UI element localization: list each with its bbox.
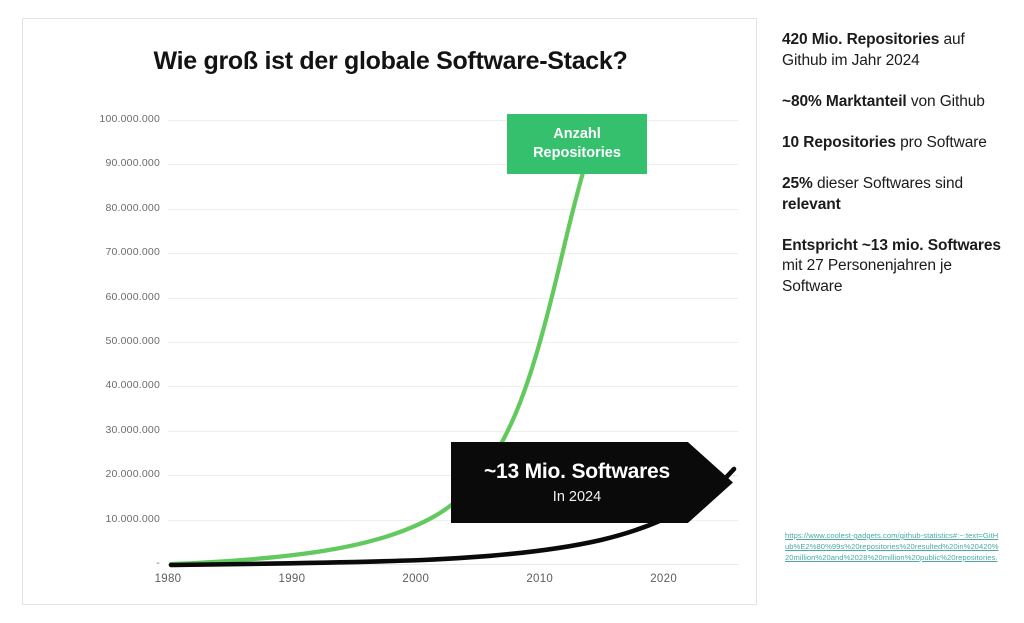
fact-item: 25% dieser Softwares sind relevant: [782, 174, 1007, 216]
fact-regular-text: pro Software: [895, 133, 987, 151]
series-label-line2: Repositories: [533, 145, 621, 161]
fact-bold-text: 10 Repositories: [782, 133, 896, 151]
series-label-repositories: Anzahl Repositories: [507, 114, 647, 174]
fact-bold-text: ~80% Marktanteil: [782, 92, 907, 110]
fact-item: 10 Repositories pro Software: [782, 133, 1007, 154]
fact-regular-text: mit 27 Personenjahren je Software: [782, 257, 952, 296]
slide-root: Wie groß ist der globale Software-Stack?…: [0, 0, 1024, 623]
fact-item: ~80% Marktanteil von Github: [782, 92, 1007, 113]
fact-bold-text: 25%: [782, 174, 813, 192]
chart-card: Wie groß ist der globale Software-Stack?…: [22, 18, 757, 605]
callout-main-text: ~13 Mio. Softwares: [483, 460, 671, 484]
fact-bold-text: 420 Mio. Repositories: [782, 31, 940, 48]
fact-item: 420 Mio. Repositories auf Github im Jahr…: [782, 30, 1007, 72]
callout-softwares: ~13 Mio. Softwares In 2024: [451, 442, 733, 523]
callout-sub-text: In 2024: [552, 488, 602, 505]
fact-regular-text: dieser Softwares sind: [812, 174, 964, 192]
source-link[interactable]: https://www.coolest-gadgets.com/github-s…: [785, 530, 1000, 563]
fact-item: Entspricht ~13 mio. Softwares mit 27 Per…: [782, 236, 1007, 299]
series-label-line1: Anzahl: [553, 125, 601, 142]
fact-bold-text: Entspricht ~13 mio. Softwares: [782, 236, 1001, 254]
facts-panel: 420 Mio. Repositories auf Github im Jahr…: [782, 30, 1007, 318]
fact-regular-text: von Github: [906, 92, 985, 110]
fact-bold-text: relevant: [782, 195, 841, 213]
